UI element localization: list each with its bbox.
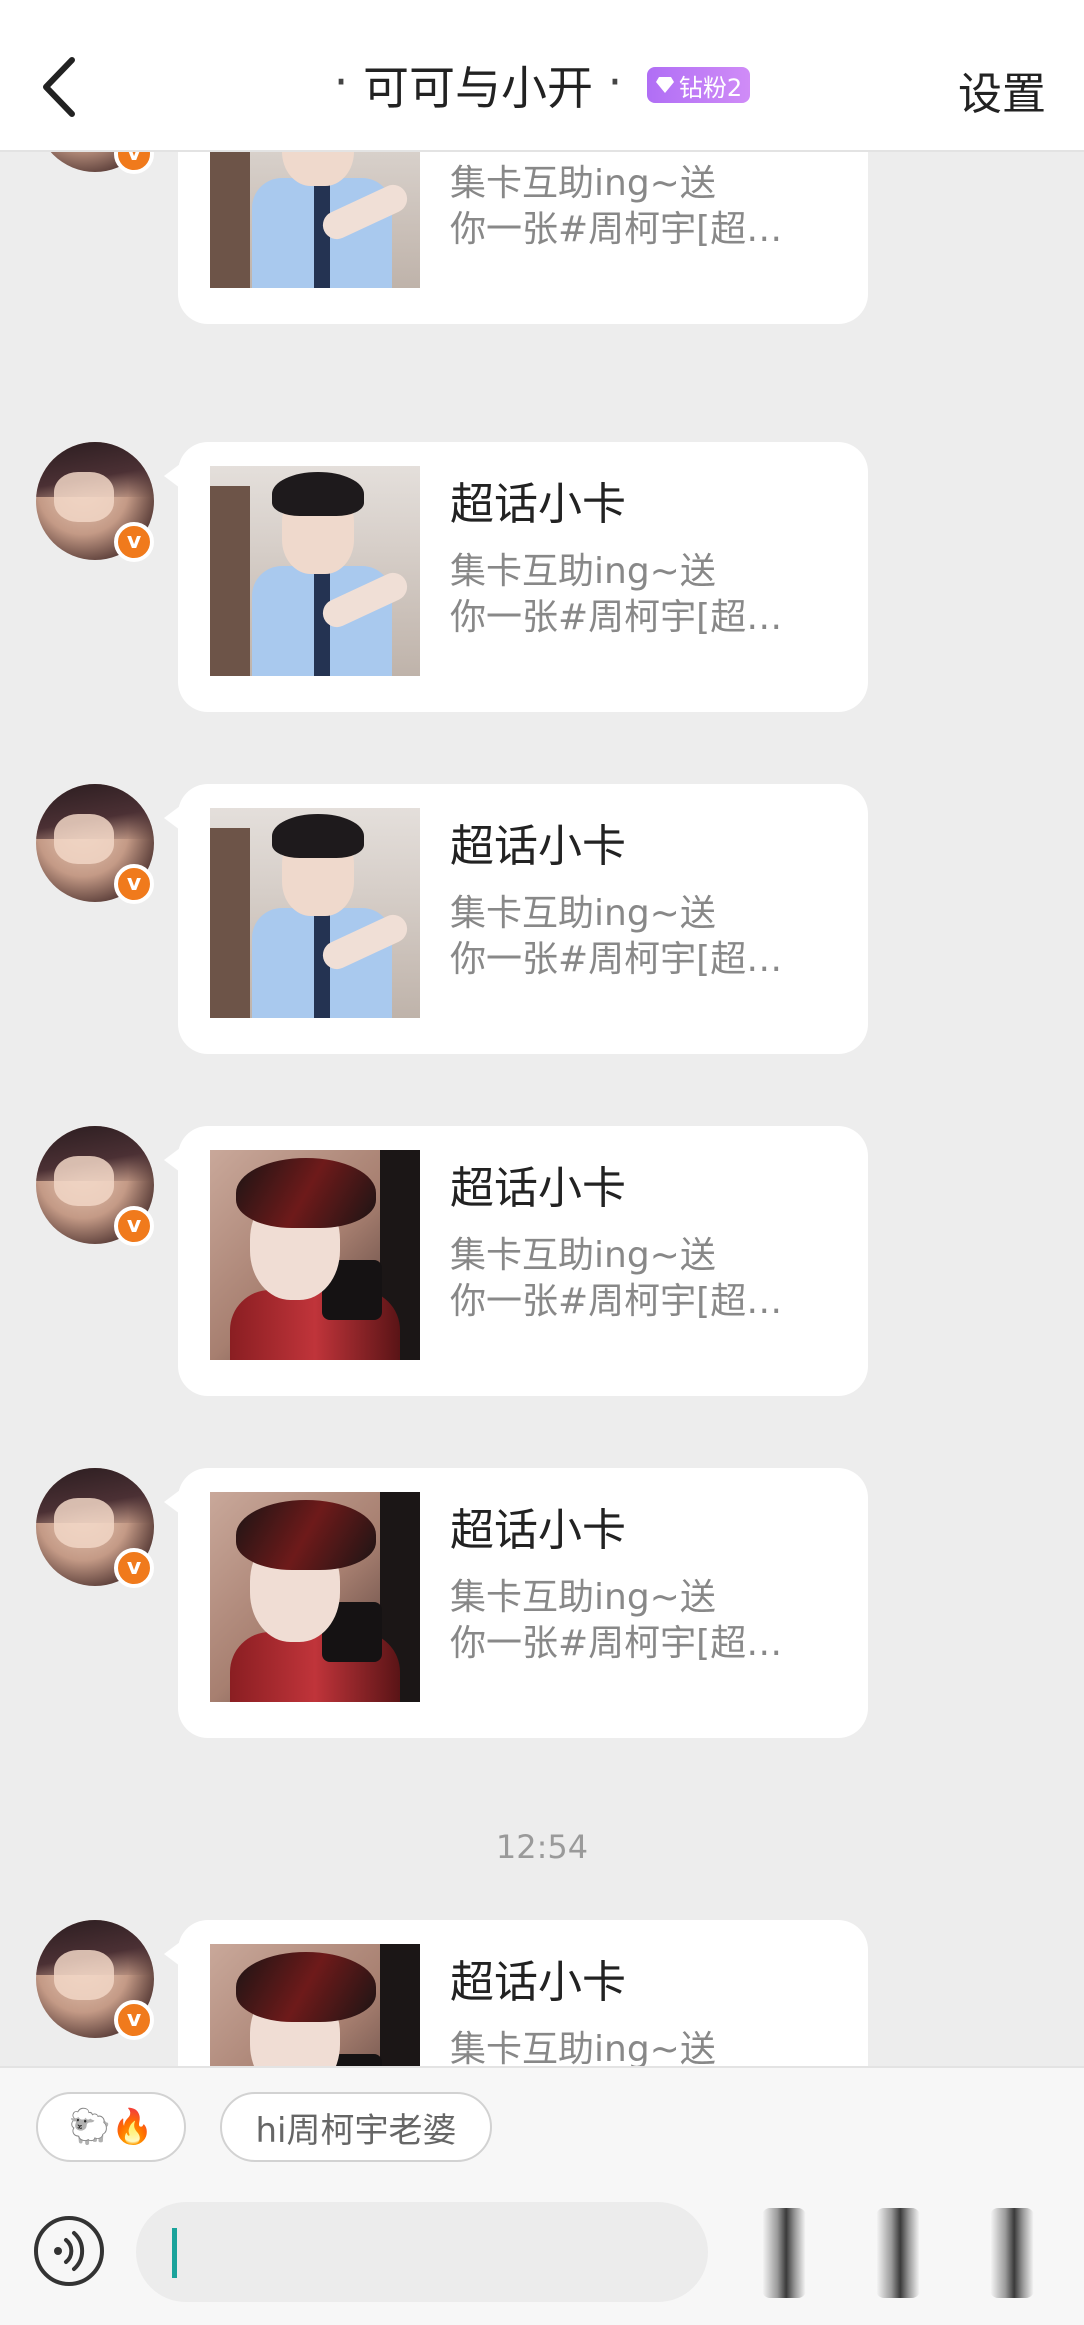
verified-icon: v bbox=[114, 152, 154, 174]
card-description-line1: 集卡互助ing~送 bbox=[450, 1577, 716, 1618]
card-description-line2: 你一张#周柯宇[超… bbox=[450, 209, 783, 250]
verified-icon: v bbox=[114, 1548, 154, 1588]
quick-reply-emoji[interactable]: 🐑🔥 bbox=[36, 2092, 186, 2162]
message-timestamp: 12:54 bbox=[495, 1828, 589, 1866]
card-description-line2: 你一张#周柯宇[超… bbox=[450, 939, 783, 980]
card-description-line1: 集卡互助ing~送 bbox=[450, 2029, 716, 2066]
chat-title: · 可可与小开 · 钻粉2 bbox=[0, 52, 1084, 118]
supertopic-card-message[interactable]: 超话小卡集卡互助ing~送你一张#周柯宇[超… bbox=[164, 1920, 868, 2066]
conversation-name: 可可与小开 bbox=[363, 61, 594, 115]
card-description-line1: 集卡互助ing~送 bbox=[450, 1235, 716, 1276]
diamond-icon bbox=[655, 77, 674, 93]
supertopic-card-message[interactable]: 超话小卡集卡互助ing~送你一张#周柯宇[超… bbox=[164, 1126, 868, 1396]
supertopic-card-message[interactable]: 超话小卡集卡互助ing~送你一张#周柯宇[超… bbox=[164, 442, 868, 712]
card-description-line1: 集卡互助ing~送 bbox=[450, 551, 716, 592]
title-prefix: · bbox=[333, 54, 349, 109]
verified-icon: v bbox=[114, 1206, 154, 1246]
verified-icon: v bbox=[114, 864, 154, 904]
card-thumbnail bbox=[210, 1150, 420, 1360]
verified-icon: v bbox=[114, 2000, 154, 2040]
card-title: 超话小卡 bbox=[450, 1505, 626, 1556]
quick-reply-greeting[interactable]: hi周柯宇老婆 bbox=[220, 2092, 492, 2162]
composer-actions bbox=[754, 2208, 1054, 2298]
quick-reply-label: hi周柯宇老婆 bbox=[255, 2110, 457, 2151]
card-description-line2: 你一张#周柯宇[超… bbox=[450, 1623, 783, 1664]
send-button[interactable] bbox=[990, 2208, 1034, 2298]
card-description-line1: 集卡互助ing~送 bbox=[450, 163, 716, 204]
message-input[interactable] bbox=[136, 2202, 708, 2302]
message-list[interactable]: v超话小卡集卡互助ing~送你一张#周柯宇[超…v超话小卡集卡互助ing~送你一… bbox=[0, 152, 1084, 2066]
text-caret bbox=[172, 2228, 177, 2278]
card-description-line2: 你一张#周柯宇[超… bbox=[450, 597, 783, 638]
card-thumbnail bbox=[210, 152, 420, 288]
card-title: 超话小卡 bbox=[450, 1163, 626, 1214]
card-description-line2: 你一张#周柯宇[超… bbox=[450, 1281, 783, 1322]
more-button[interactable] bbox=[876, 2208, 920, 2298]
emoji-button[interactable] bbox=[762, 2208, 806, 2298]
quick-reply-label: 🐑🔥 bbox=[68, 2107, 154, 2147]
card-thumbnail bbox=[210, 466, 420, 676]
verified-icon: v bbox=[114, 522, 154, 562]
supertopic-card-message[interactable]: 超话小卡集卡互助ing~送你一张#周柯宇[超… bbox=[164, 1468, 868, 1738]
card-description-line1: 集卡互助ing~送 bbox=[450, 893, 716, 934]
badge-label: 钻粉2 bbox=[678, 73, 743, 102]
card-title: 超话小卡 bbox=[450, 479, 626, 530]
card-title: 超话小卡 bbox=[450, 1957, 626, 2008]
card-title: 超话小卡 bbox=[450, 821, 626, 872]
chat-header: · 可可与小开 · 钻粉2 设置 bbox=[0, 0, 1084, 152]
card-thumbnail bbox=[210, 1492, 420, 1702]
composer-area: 🐑🔥 hi周柯宇老婆 bbox=[0, 2066, 1084, 2325]
settings-button[interactable]: 设置 bbox=[958, 58, 1046, 122]
card-thumbnail bbox=[210, 1944, 420, 2066]
supertopic-card-message[interactable]: 超话小卡集卡互助ing~送你一张#周柯宇[超… bbox=[164, 784, 868, 1054]
supertopic-card-message[interactable]: 超话小卡集卡互助ing~送你一张#周柯宇[超… bbox=[178, 152, 868, 324]
fan-level-badge: 钻粉2 bbox=[646, 67, 751, 103]
card-thumbnail bbox=[210, 808, 420, 1018]
title-suffix: · bbox=[607, 54, 623, 109]
voice-icon[interactable] bbox=[34, 2216, 104, 2286]
